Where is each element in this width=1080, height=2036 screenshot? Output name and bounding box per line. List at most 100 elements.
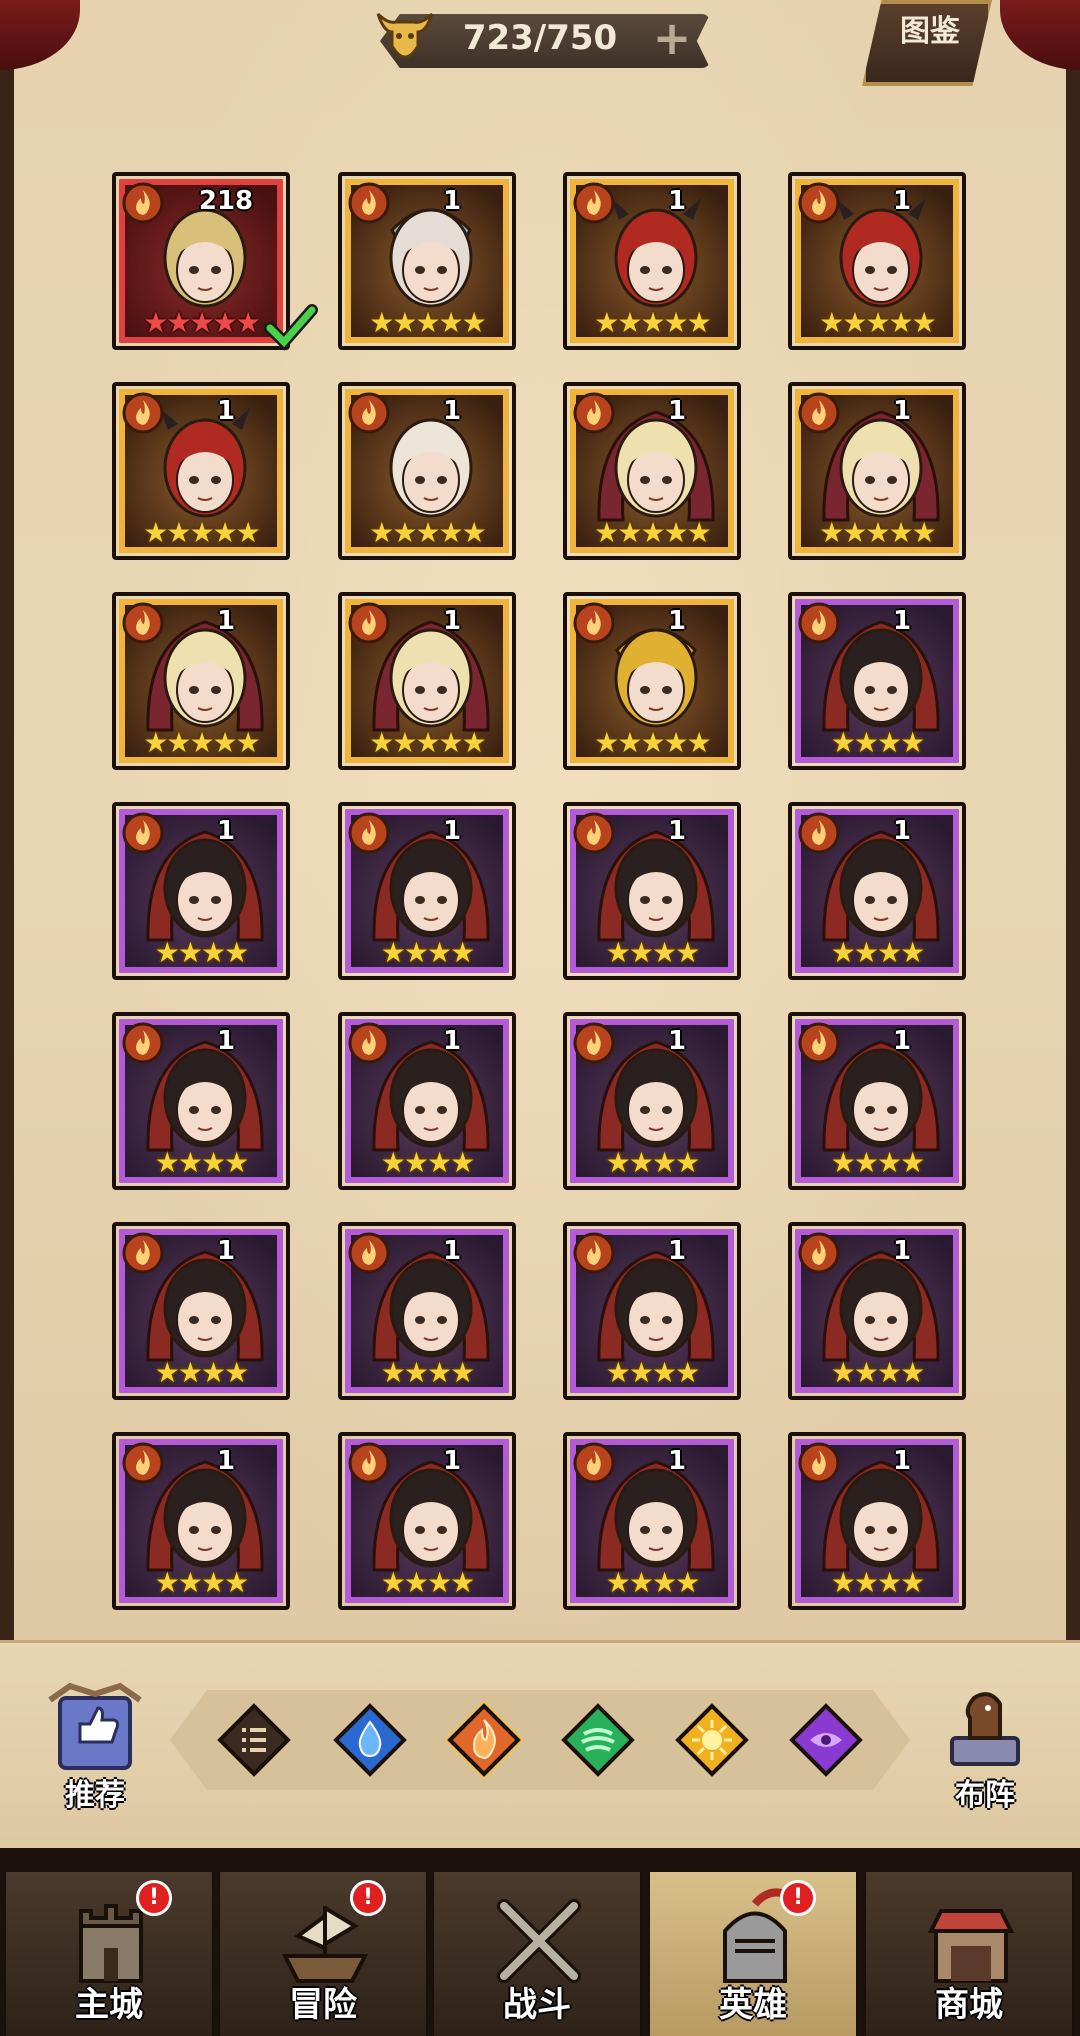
fire-element-icon [573, 182, 615, 224]
hero-level: 1 [667, 816, 687, 846]
filter-dark-button[interactable] [786, 1700, 866, 1780]
hero-level: 1 [667, 1236, 687, 1266]
hero-card[interactable]: 1 ★★★★ [112, 802, 290, 980]
hero-card[interactable]: 1 ★★★★ [563, 1432, 741, 1610]
hero-card[interactable]: 1 ★★★★★ [563, 172, 741, 350]
hero-card[interactable]: 1 ★★★★★ [563, 382, 741, 560]
hero-star-rating: ★★★★ [605, 1146, 700, 1179]
fire-element-icon [573, 812, 615, 854]
nav-item[interactable]: 英雄! [648, 1872, 858, 2036]
filter-all-button[interactable] [214, 1700, 294, 1780]
fire-element-icon [798, 602, 840, 644]
hero-star-rating: ★★★★ [380, 1146, 475, 1179]
fire-element-icon [122, 392, 164, 434]
hero-card[interactable]: 1 ★★★★★ [338, 382, 516, 560]
fire-element-icon [122, 1232, 164, 1274]
notification-badge: ! [350, 1880, 386, 1916]
hero-star-rating: ★★★★ [830, 1356, 925, 1389]
hero-card[interactable]: 1 ★★★★ [788, 592, 966, 770]
hero-card[interactable]: 1 ★★★★ [563, 1012, 741, 1190]
hero-level: 1 [442, 186, 462, 216]
fire-element-icon [348, 182, 390, 224]
hero-capacity-count: 723/750 [462, 18, 618, 58]
recommend-button[interactable]: 推荐 [40, 1680, 150, 1813]
chess-knight-icon [950, 1692, 1020, 1766]
filter-light-button[interactable] [672, 1700, 752, 1780]
hero-card[interactable]: 1 ★★★★★ [112, 382, 290, 560]
hero-star-rating: ★★★★ [380, 936, 475, 969]
filter-water-button[interactable] [330, 1700, 410, 1780]
hero-card[interactable]: 1 ★★★★ [338, 1012, 516, 1190]
fire-element-icon [348, 1232, 390, 1274]
hero-level: 1 [892, 1236, 912, 1266]
fire-element-icon [798, 182, 840, 224]
add-capacity-button[interactable]: + [650, 15, 694, 62]
fire-element-icon [798, 1232, 840, 1274]
hero-card[interactable]: 1 ★★★★ [788, 1012, 966, 1190]
thumbs-up-icon [48, 1682, 142, 1770]
hero-level: 1 [892, 396, 912, 426]
hero-star-rating: ★★★★ [154, 936, 249, 969]
hero-card[interactable]: 1 ★★★★★ [788, 382, 966, 560]
codex-label[interactable]: 图鉴 [885, 6, 975, 50]
notification-badge: ! [780, 1880, 816, 1916]
hero-level: 1 [892, 606, 912, 636]
formation-button[interactable]: 布阵 [930, 1680, 1040, 1813]
hero-card[interactable]: 1 ★★★★ [788, 1222, 966, 1400]
fire-element-icon [122, 182, 164, 224]
hero-star-rating: ★★★★★ [369, 516, 487, 549]
nav-label: 战斗 [503, 1985, 571, 2025]
hero-card[interactable]: 1 ★★★★★ [788, 172, 966, 350]
fire-element-icon [573, 1022, 615, 1064]
fire-element-icon [348, 1442, 390, 1484]
nav-item[interactable]: 战斗 [432, 1872, 642, 2036]
hero-star-rating: ★★★★ [380, 1356, 475, 1389]
water-drop-icon [333, 1703, 407, 1777]
hero-star-rating: ★★★★★ [819, 306, 937, 339]
nav-item[interactable]: 商城 [864, 1872, 1074, 2036]
sun-icon [675, 1703, 749, 1777]
hero-star-rating: ★★★★★ [819, 516, 937, 549]
hero-star-rating: ★★★★★ [369, 306, 487, 339]
hero-level: 1 [216, 1446, 236, 1476]
filter-fire-button[interactable] [444, 1700, 524, 1780]
notification-badge: ! [136, 1880, 172, 1916]
hero-star-rating: ★★★★ [830, 936, 925, 969]
hero-card[interactable]: 1 ★★★★ [788, 1432, 966, 1610]
hero-card[interactable]: 1 ★★★★ [112, 1222, 290, 1400]
hero-card[interactable]: 1 ★★★★ [788, 802, 966, 980]
hero-star-rating: ★★★★★ [594, 306, 712, 339]
hero-card[interactable]: 1 ★★★★★ [112, 592, 290, 770]
hero-level: 1 [892, 816, 912, 846]
hero-card[interactable]: 1 ★★★★ [112, 1012, 290, 1190]
selected-check-icon [262, 298, 320, 356]
hero-level: 1 [442, 816, 462, 846]
hero-card[interactable]: 1 ★★★★★ [563, 592, 741, 770]
hero-level: 1 [442, 1026, 462, 1056]
nav-label: 冒险 [289, 1985, 357, 2025]
hero-star-rating: ★★★★ [380, 1566, 475, 1599]
hero-card[interactable]: 1 ★★★★★ [338, 592, 516, 770]
fire-element-icon [122, 1022, 164, 1064]
hero-star-rating: ★★★★ [154, 1566, 249, 1599]
hero-card[interactable]: 1 ★★★★★ [338, 172, 516, 350]
filter-wind-button[interactable] [558, 1700, 638, 1780]
hero-level: 1 [216, 606, 236, 636]
hero-card[interactable]: 1 ★★★★ [338, 802, 516, 980]
hero-level: 1 [216, 1236, 236, 1266]
fire-element-icon [348, 392, 390, 434]
fire-element-icon [122, 602, 164, 644]
hero-level: 1 [892, 1446, 912, 1476]
hero-card[interactable]: 1 ★★★★ [563, 1222, 741, 1400]
hero-card[interactable]: 1 ★★★★ [563, 802, 741, 980]
hero-level: 1 [442, 1446, 462, 1476]
hero-star-rating: ★★★★★ [594, 516, 712, 549]
hero-level: 1 [892, 186, 912, 216]
hero-card[interactable]: 1 ★★★★ [338, 1432, 516, 1610]
hero-card[interactable]: 1 ★★★★ [112, 1432, 290, 1610]
nav-item[interactable]: 主城! [4, 1872, 214, 2036]
fire-element-icon [798, 1442, 840, 1484]
nav-item[interactable]: 冒险! [218, 1872, 428, 2036]
hero-star-rating: ★★★★★ [143, 726, 261, 759]
hero-card[interactable]: 1 ★★★★ [338, 1222, 516, 1400]
